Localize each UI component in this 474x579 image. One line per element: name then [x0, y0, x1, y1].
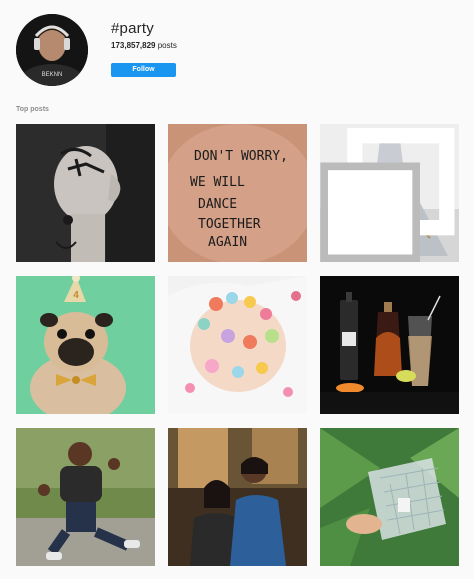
hand-text-line-3: DANCE: [198, 197, 237, 212]
post-image: [320, 428, 459, 566]
top-posts-label: Top posts: [16, 106, 49, 113]
post-tile-cocktails[interactable]: [320, 276, 459, 414]
post-tile-wedding-dress[interactable]: [320, 124, 459, 262]
post-tile-pug[interactable]: 4: [16, 276, 155, 414]
post-count: 173,857,829 posts: [111, 41, 177, 50]
post-tile-dont-worry[interactable]: DON'T WORRY, WE WILL DANCE TOGETHER AGAI…: [168, 124, 307, 262]
post-image: [168, 276, 307, 414]
avatar[interactable]: BEKNN: [16, 14, 88, 86]
hand-text-line-2: WE WILL: [190, 175, 245, 190]
post-image: DON'T WORRY, WE WILL DANCE TOGETHER AGAI…: [168, 124, 307, 262]
hashtag-header: BEKNN #party 173,857,829 posts Follow: [0, 0, 474, 100]
hashtag-title: #party: [111, 20, 154, 37]
avatar-shirt-text: BEKNN: [42, 72, 63, 78]
hand-text-line-4: TOGETHER: [198, 217, 261, 232]
follow-button[interactable]: Follow: [111, 63, 176, 77]
post-tile-kid[interactable]: [16, 428, 155, 566]
post-tile-candy[interactable]: [168, 276, 307, 414]
party-hat-number: 4: [73, 290, 79, 301]
post-tile-shaved-head[interactable]: [16, 124, 155, 262]
post-image: [320, 276, 459, 414]
hand-text-line-5: AGAIN: [208, 235, 247, 250]
post-tile-glass-gift[interactable]: [320, 428, 459, 566]
post-image: 4: [16, 276, 155, 414]
hand-text-line-1: DON'T WORRY,: [194, 149, 288, 164]
multiple-photos-icon: [320, 128, 455, 262]
post-image: [168, 428, 307, 566]
post-image: [16, 428, 155, 566]
avatar-image: BEKNN: [16, 14, 88, 86]
post-image: [16, 124, 155, 262]
post-count-suffix: posts: [155, 41, 177, 50]
post-count-number: 173,857,829: [111, 41, 156, 50]
post-tile-couple[interactable]: [168, 428, 307, 566]
